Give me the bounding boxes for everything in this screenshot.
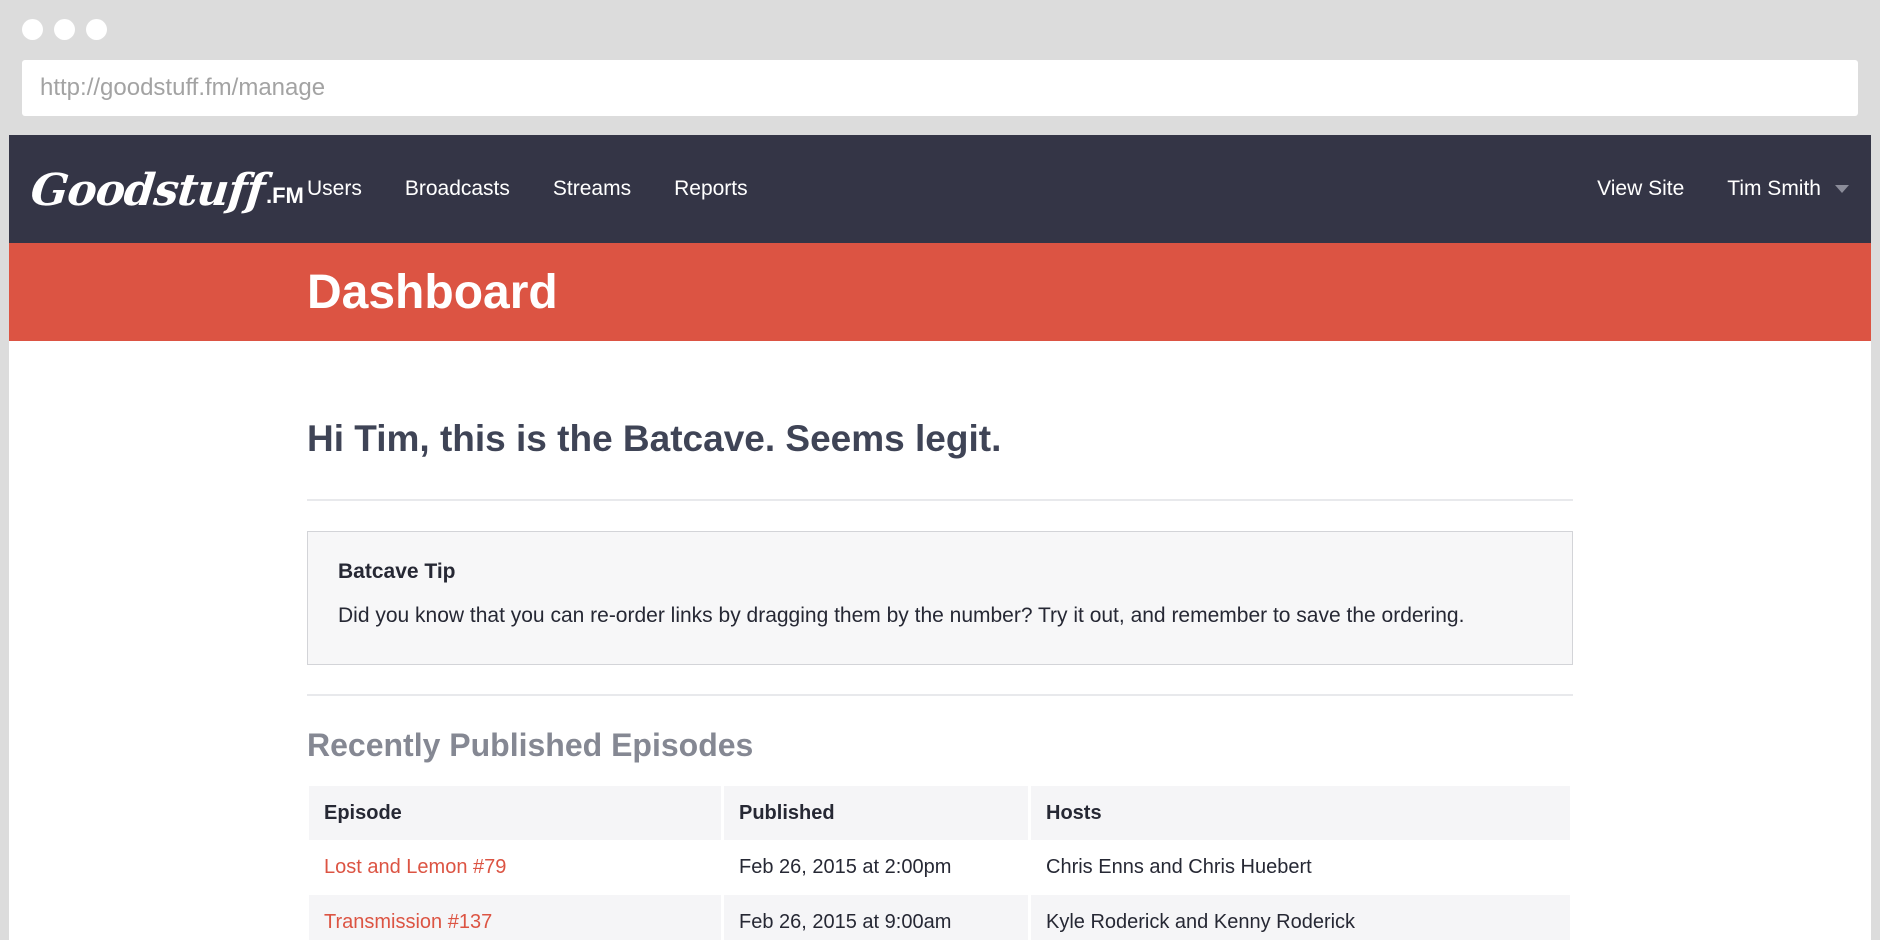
- user-menu[interactable]: Tim Smith: [1727, 177, 1849, 201]
- episode-cell: Transmission #137: [309, 895, 721, 940]
- divider: [307, 499, 1573, 501]
- hosts-cell: Chris Enns and Chris Huebert: [1046, 855, 1312, 878]
- logo-wordmark: Goodstuff: [28, 165, 267, 216]
- page-header: Dashboard: [9, 243, 1871, 341]
- window-close-dot[interactable]: [22, 19, 43, 40]
- tip-box: Batcave Tip Did you know that you can re…: [307, 531, 1573, 665]
- page-title: Dashboard: [307, 265, 558, 319]
- episode-link[interactable]: Transmission #137: [324, 911, 492, 934]
- welcome-heading: Hi Tim, this is the Batcave. Seems legit…: [307, 418, 1002, 459]
- episode-link[interactable]: Lost and Lemon #79: [324, 856, 506, 879]
- address-bar[interactable]: http://goodstuff.fm/manage: [22, 60, 1858, 116]
- address-bar-url: http://goodstuff.fm/manage: [40, 74, 326, 101]
- published-cell: Feb 26, 2015 at 9:00am: [724, 895, 1028, 940]
- column-header-hosts: Hosts: [1031, 786, 1570, 840]
- user-name: Tim Smith: [1727, 177, 1821, 200]
- published-cell: Feb 26, 2015 at 2:00pm: [739, 855, 952, 878]
- nav-item-reports[interactable]: Reports: [674, 177, 748, 201]
- view-site-link[interactable]: View Site: [1597, 177, 1684, 201]
- window-maximize-dot[interactable]: [86, 19, 107, 40]
- column-header-episode: Episode: [309, 786, 721, 840]
- table-row: Lost and Lemon #79 Feb 26, 2015 at 2:00p…: [309, 840, 1570, 894]
- page-viewport: Goodstuff .FM Users Broadcasts Streams R…: [9, 135, 1871, 940]
- column-header-published: Published: [724, 786, 1028, 840]
- window-minimize-dot[interactable]: [54, 19, 75, 40]
- table-header-row: Episode Published Hosts: [309, 786, 1570, 840]
- chevron-down-icon: [1835, 185, 1849, 193]
- goodstuff-logo[interactable]: Goodstuff .FM: [28, 159, 304, 219]
- top-navigation: Goodstuff .FM Users Broadcasts Streams R…: [9, 135, 1871, 243]
- secondary-nav: View Site Tim Smith: [1554, 135, 1849, 243]
- hosts-cell: Kyle Roderick and Kenny Roderick: [1031, 895, 1570, 940]
- divider: [307, 694, 1573, 696]
- nav-item-users[interactable]: Users: [307, 177, 362, 201]
- tip-text: Did you know that you can re-order links…: [338, 604, 1465, 627]
- nav-item-broadcasts[interactable]: Broadcasts: [405, 177, 510, 201]
- table-row: Transmission #137 Feb 26, 2015 at 9:00am…: [309, 895, 1570, 940]
- nav-item-streams[interactable]: Streams: [553, 177, 631, 201]
- section-title: Recently Published Episodes: [307, 727, 754, 763]
- primary-nav: Users Broadcasts Streams Reports: [307, 135, 791, 243]
- tip-title: Batcave Tip: [338, 560, 456, 583]
- episode-cell: Lost and Lemon #79: [309, 840, 721, 894]
- browser-chrome: http://goodstuff.fm/manage: [0, 0, 1880, 135]
- logo-suffix: .FM: [265, 183, 304, 208]
